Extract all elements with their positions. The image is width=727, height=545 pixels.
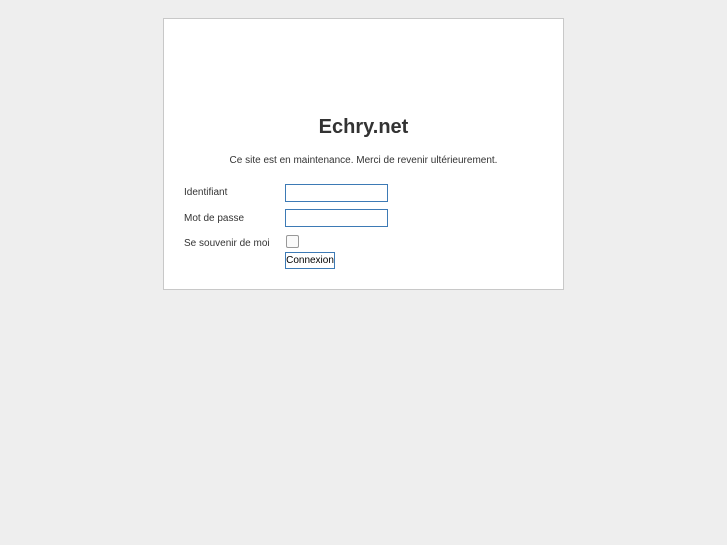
remember-checkbox[interactable] <box>286 235 299 248</box>
site-title: Echry.net <box>318 116 409 138</box>
maintenance-message: Ce site est en maintenance. Merci de rev… <box>229 155 498 166</box>
password-label: Mot de passe <box>184 213 245 224</box>
login-card: Echry.net Ce site est en maintenance. Me… <box>163 18 564 290</box>
username-label: Identifiant <box>184 187 228 198</box>
username-input[interactable] <box>285 184 388 202</box>
password-input[interactable] <box>285 209 388 227</box>
remember-label: Se souvenir de moi <box>184 238 270 249</box>
login-button[interactable]: Connexion <box>285 252 335 269</box>
